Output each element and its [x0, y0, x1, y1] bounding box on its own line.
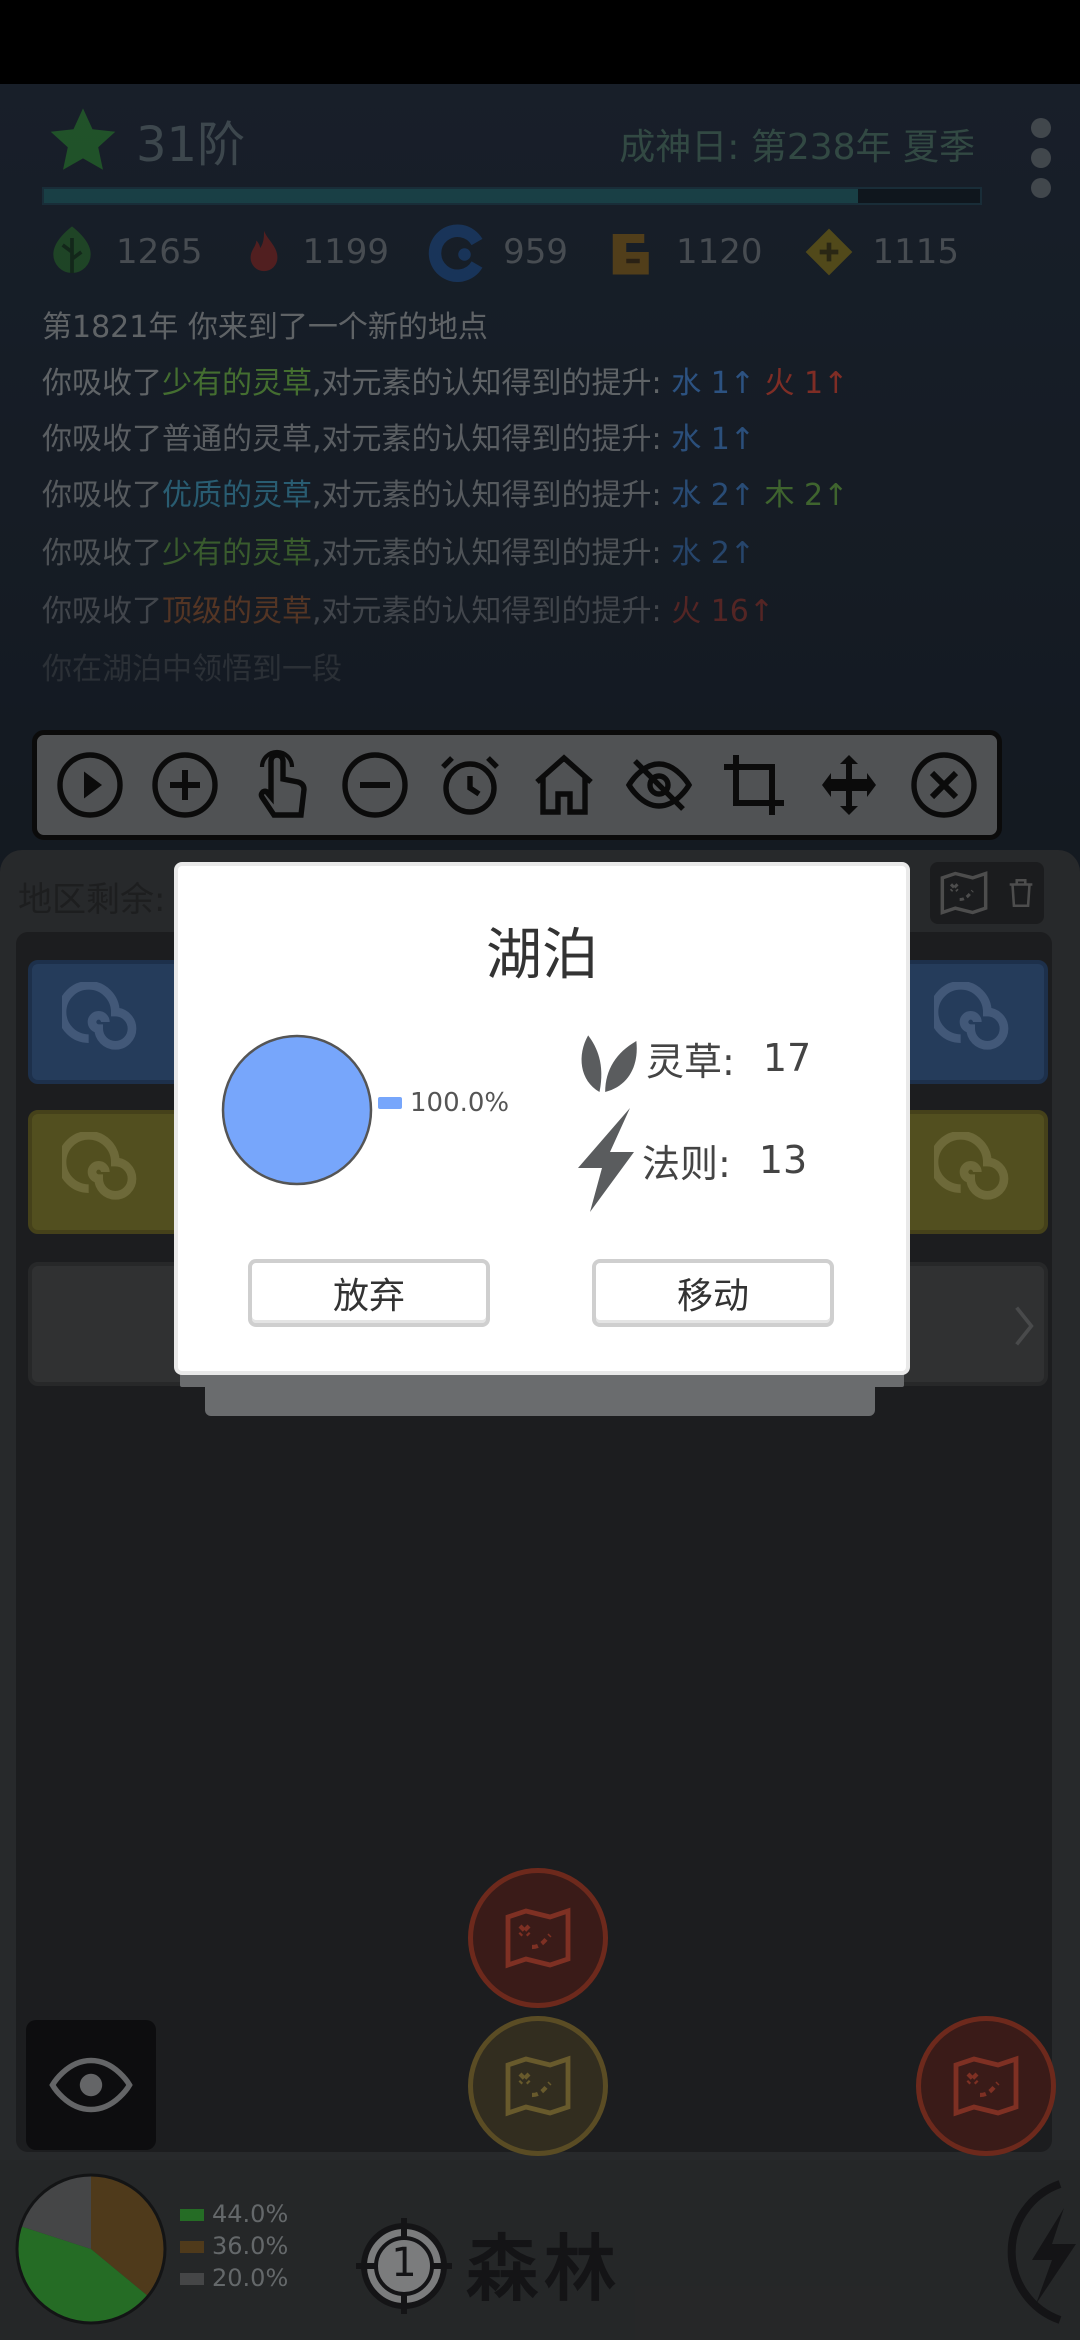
- move-button[interactable]: 移动: [592, 1259, 834, 1327]
- law-value: 13: [758, 1138, 808, 1182]
- law-stat: 法则: 13: [574, 1108, 807, 1212]
- dialog-title: 湖泊: [486, 923, 598, 988]
- herb-stat: 灵草: 17: [574, 1020, 811, 1096]
- herb-label: 灵草:: [646, 1039, 735, 1084]
- herb-value: 17: [762, 1036, 812, 1080]
- legend-swatch: [378, 1097, 402, 1109]
- region-pie-chart: [221, 1034, 373, 1186]
- abandon-button[interactable]: 放弃: [248, 1259, 490, 1327]
- dialog-base: [205, 1370, 875, 1416]
- system-status-bar: [0, 0, 1080, 84]
- leaf-icon: [581, 1035, 637, 1092]
- law-label: 法则:: [642, 1141, 731, 1186]
- legend-percent: 100.0%: [410, 1088, 510, 1118]
- region-pie-legend: 100.0%: [378, 1088, 509, 1118]
- lightning-icon: [578, 1108, 634, 1212]
